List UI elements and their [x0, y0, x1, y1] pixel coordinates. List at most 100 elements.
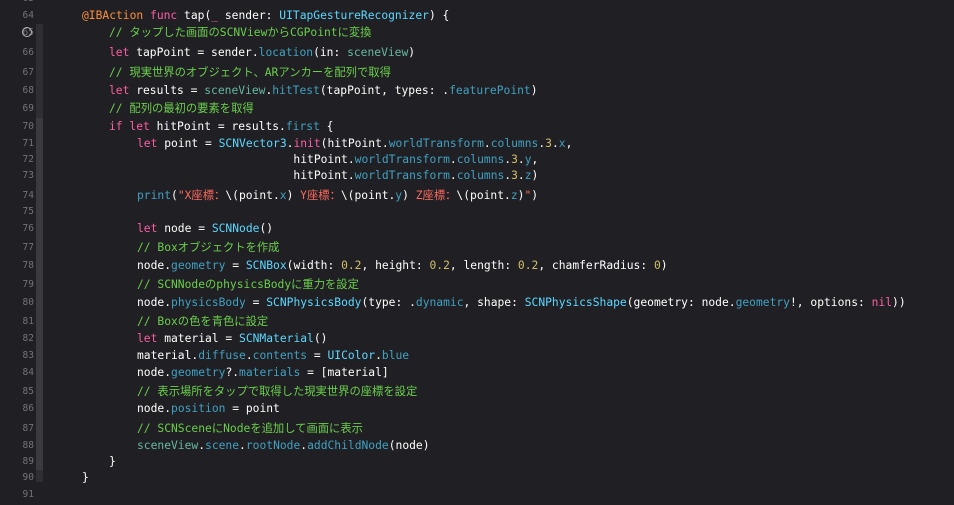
code-token: SCNPhysicsBody: [266, 296, 362, 309]
code-line[interactable]: 87 // SCNSceneにNodeを追加して画面に表示: [0, 420, 954, 437]
code-token: node.: [137, 366, 172, 379]
breakpoint-circle-icon[interactable]: [22, 27, 32, 37]
code-token: \(: [456, 189, 471, 202]
code-token: = [material]: [300, 366, 389, 379]
code-editor[interactable]: 63 64 @IBAction func tap(_ sender: UITapGe…: [0, 0, 954, 505]
code-text: let node = SCNNode(): [137, 220, 273, 237]
code-token: =: [225, 259, 246, 272]
code-token: (tapPoint, types: .: [319, 84, 450, 97]
code-token: // 配列の最初の要素を取得: [109, 102, 254, 115]
code-line[interactable]: 88 sceneView.scene.rootNode.addChildNode(…: [0, 437, 954, 454]
code-line[interactable]: 64 @IBAction func tap(_ sender: UITapGest…: [0, 7, 954, 24]
code-text: }: [82, 469, 89, 486]
code-token: .: [449, 153, 457, 166]
code-token: 3: [511, 169, 518, 182]
code-token: , shape:: [463, 296, 525, 309]
code-token: hitPoint.: [137, 169, 355, 182]
code-line[interactable]: 65// タップした画面のSCNViewからCGPointに変換: [0, 24, 954, 41]
code-token: sender:: [218, 9, 280, 22]
code-token: ): [402, 189, 409, 202]
code-text: material.diffuse.contents = UIColor.blue: [137, 347, 409, 364]
code-token: (: [171, 189, 178, 202]
code-line[interactable]: 78 node.geometry = SCNBox(width: 0.2, hei…: [0, 257, 954, 274]
code-token: , chamferRadius:: [538, 259, 654, 272]
code-line[interactable]: 80 node.physicsBody = SCNPhysicsBody(type…: [0, 294, 954, 311]
code-token: node.: [137, 402, 172, 415]
code-text: // タップした画面のSCNViewからCGPointに変換: [109, 24, 371, 41]
code-token: physicsBody: [171, 296, 246, 309]
code-text: // 配列の最初の要素を取得: [109, 100, 254, 117]
code-text: // Boxオブジェクトを作成: [137, 239, 279, 256]
code-token: addChildNode: [307, 439, 389, 452]
code-line[interactable]: 89}: [0, 453, 954, 470]
code-line[interactable]: 91: [0, 486, 954, 503]
code-token: \(: [340, 189, 355, 202]
code-line[interactable]: 71 let point = SCNVector3. init(hitPoint.w…: [0, 135, 954, 152]
code-token: (width:: [286, 259, 342, 272]
code-text: // 現実世界のオブジェクト、ARアンカーを配列で取得: [109, 64, 391, 81]
code-line[interactable]: 63: [0, 0, 954, 7]
line-number: 88: [22, 440, 34, 451]
code-token: point.: [470, 189, 511, 202]
code-token: .: [551, 137, 559, 150]
code-token: material =: [157, 332, 240, 345]
line-number: 69: [22, 103, 34, 114]
code-line[interactable]: 73 hitPoint.worldTransform.columns.3.z): [0, 167, 954, 184]
code-text: print("X座標：\(point.x) Y座標：\(point.y) Z座標…: [137, 187, 538, 204]
code-token: SCNMaterial: [239, 332, 314, 345]
code-token: diffuse: [198, 349, 246, 362]
code-token: columns: [456, 153, 505, 166]
code-line[interactable]: 90}: [0, 469, 954, 486]
code-token: ): [531, 169, 539, 182]
line-number: 89: [22, 456, 34, 467]
code-token: 0.2: [429, 259, 450, 272]
code-token: ): [660, 259, 668, 272]
code-token: Z座標：: [408, 189, 457, 202]
code-token: x: [279, 189, 287, 202]
code-token: (in:: [313, 46, 348, 59]
code-line[interactable]: 79 // SCNNodeのphysicsBodyに重力を設定: [0, 276, 954, 293]
code-line[interactable]: 77 // Boxオブジェクトを作成: [0, 239, 954, 256]
code-line[interactable]: 83 material.diffuse.contents = UIColor.bl…: [0, 347, 954, 364]
code-token: (node): [388, 439, 430, 452]
code-token: UITapGestureRecognizer: [279, 9, 429, 22]
code-line[interactable]: 86 node.position = point: [0, 400, 954, 417]
code-line[interactable]: 70 if let hitPoint = results.first {: [0, 118, 954, 135]
code-token: point.: [354, 189, 396, 202]
line-number: 68: [22, 85, 34, 96]
line-number: 77: [22, 242, 34, 253]
code-token: =: [307, 349, 328, 362]
code-token: let: [129, 120, 150, 133]
code-token: ,: [565, 137, 573, 150]
line-number: 82: [22, 333, 34, 344]
code-text: hitPoint.worldTransform.columns.3.z): [137, 167, 538, 184]
code-line[interactable]: 85 // 表示場所をタップで取得した現実世界の座標を設定: [0, 383, 954, 400]
line-number: 85: [22, 386, 34, 397]
code-line[interactable]: 66 let tapPoint = sender.location(in: sce…: [0, 44, 954, 61]
code-line[interactable]: 69 // 配列の最初の要素を取得: [0, 100, 954, 117]
code-token: materials: [239, 366, 301, 379]
code-token: .: [517, 153, 525, 166]
code-line[interactable]: 76 let node = SCNNode(): [0, 220, 954, 237]
code-token: rootNode: [245, 439, 301, 452]
code-token: }: [109, 455, 116, 468]
code-token: geometry: [171, 259, 226, 272]
code-token: if: [109, 120, 123, 133]
code-text: sceneView.scene.rootNode.addChildNode(no…: [137, 437, 430, 454]
line-number: 80: [22, 297, 34, 308]
code-text: // 表示場所をタップで取得した現実世界の座標を設定: [137, 383, 417, 400]
code-line[interactable]: 67 // 現実世界のオブジェクト、ARアンカーを配列で取得: [0, 64, 954, 81]
code-text: let material = SCNMaterial(): [137, 330, 327, 347]
code-text: node.geometry = SCNBox(width: 0.2, heigh…: [137, 257, 668, 274]
code-token: contents: [252, 349, 308, 362]
code-token: @IBAction: [82, 9, 144, 22]
code-token: SCNPhysicsShape: [524, 296, 627, 309]
code-line[interactable]: 75: [0, 203, 954, 220]
code-line[interactable]: 84 node.geometry?.materials = [material]: [0, 364, 954, 381]
code-line[interactable]: 74 print("X座標：\(point.x) Y座標：\(point.y) Z…: [0, 187, 954, 204]
code-token: let: [109, 46, 130, 59]
code-line[interactable]: 81 // Boxの色を青色に設定: [0, 313, 954, 330]
code-line[interactable]: 82 let material = SCNMaterial(): [0, 330, 954, 347]
code-line[interactable]: 72 hitPoint.worldTransform.columns.3.y,: [0, 151, 954, 168]
code-line[interactable]: 68 let results = sceneView.hitTest(tapPoi…: [0, 82, 954, 99]
